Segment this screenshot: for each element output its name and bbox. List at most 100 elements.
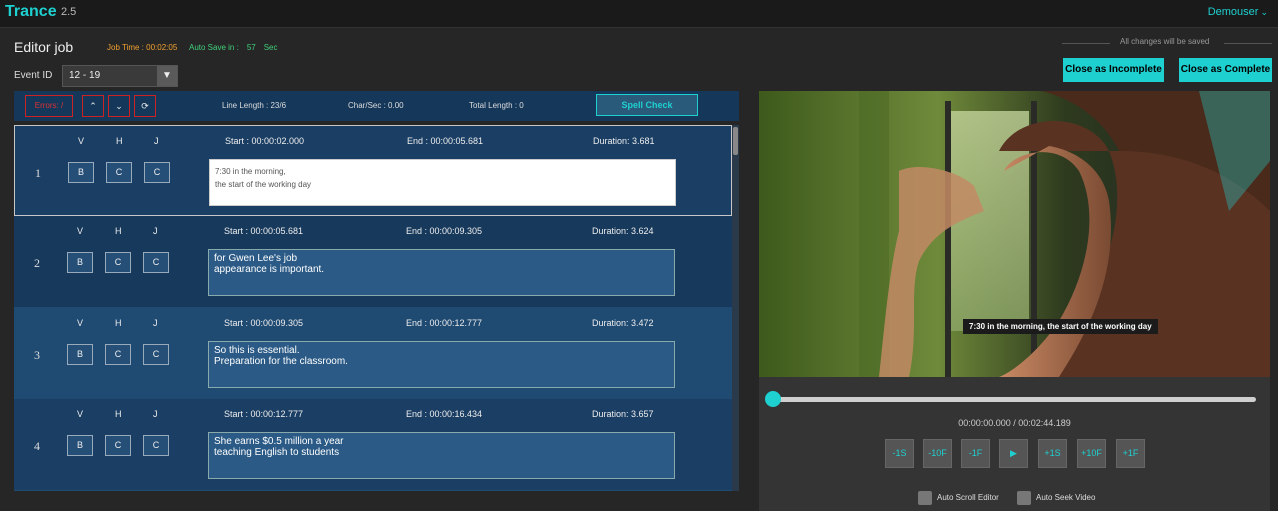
- row-number: 4: [34, 439, 40, 453]
- subtitle-text-input[interactable]: 7:30 in the morning, the start of the wo…: [209, 159, 676, 206]
- c-button[interactable]: C: [106, 162, 132, 183]
- auto-scroll-checkbox[interactable]: [918, 491, 932, 505]
- b-button[interactable]: B: [67, 344, 93, 365]
- row-number: 3: [34, 348, 40, 362]
- scrollbar-thumb[interactable]: [733, 127, 738, 155]
- event-id-select[interactable]: 12 - 19 ▼: [62, 65, 178, 87]
- divider: [1224, 43, 1272, 44]
- auto-seek-checkbox[interactable]: [1017, 491, 1031, 505]
- c-button[interactable]: C: [105, 344, 131, 365]
- start-time: Start : 00:00:12.777: [224, 409, 304, 419]
- col-v: V: [77, 226, 84, 236]
- col-v: V: [77, 318, 84, 328]
- chevron-down-icon[interactable]: ⌄: [108, 95, 130, 117]
- start-time: Start : 00:00:09.305: [224, 318, 304, 328]
- auto-seek-label: Auto Seek Video: [1036, 493, 1096, 502]
- seek-handle[interactable]: [765, 391, 781, 407]
- c-button[interactable]: C: [144, 162, 170, 183]
- video-timecode: 00:00:00.000 / 00:02:44.189: [958, 418, 1071, 428]
- end-time: End : 00:00:09.305: [406, 226, 483, 236]
- video-image: [759, 91, 1270, 377]
- auto-save-unit: Sec: [263, 43, 278, 52]
- start-time: Start : 00:00:02.000: [225, 136, 305, 146]
- job-time: Job Time : 00:02:05: [107, 43, 178, 52]
- b-button[interactable]: B: [68, 162, 94, 183]
- row-number: 2: [34, 256, 40, 270]
- video-frame[interactable]: 7:30 in the morning, the start of the wo…: [759, 91, 1270, 377]
- save-status-text: All changes will be saved: [1120, 37, 1210, 46]
- subtitle-text-input[interactable]: She earns $0.5 million a year teaching E…: [208, 432, 675, 479]
- auto-scroll-label: Auto Scroll Editor: [937, 493, 999, 502]
- divider: [1062, 43, 1110, 44]
- chevron-down-icon[interactable]: ▼: [157, 66, 177, 86]
- refresh-icon[interactable]: ⟳: [134, 95, 156, 117]
- user-name: Demouser: [1207, 6, 1259, 18]
- col-j: J: [153, 318, 158, 328]
- col-j: J: [154, 136, 159, 146]
- app-logo[interactable]: Trance: [5, 3, 57, 21]
- c-button[interactable]: C: [143, 344, 169, 365]
- c-button[interactable]: C: [105, 435, 131, 456]
- c-button[interactable]: C: [143, 435, 169, 456]
- end-time: End : 00:00:05.681: [407, 136, 484, 146]
- col-h: H: [115, 318, 122, 328]
- forward-10f-button[interactable]: +10F: [1077, 439, 1106, 468]
- col-j: J: [153, 226, 158, 236]
- subtitle-editor[interactable]: V H J Start : 00:00:02.000 End : 00:00:0…: [14, 125, 739, 491]
- duration: Duration: 3.681: [593, 136, 655, 146]
- char-per-sec: Char/Sec : 0.00: [348, 101, 404, 110]
- editor-toolbar: Errors: / ⌃ ⌄ ⟳ Line Length : 23/6 Char/…: [14, 91, 739, 121]
- col-h: H: [115, 409, 122, 419]
- auto-save-status: Auto Save in : 57 Sec: [189, 43, 278, 52]
- page-title: Editor job: [14, 39, 74, 55]
- subtitle-row[interactable]: V H J Start : 00:00:09.305 End : 00:00:1…: [14, 308, 732, 399]
- subtitle-text-input[interactable]: So this is essential. Preparation for th…: [208, 341, 675, 388]
- event-id-label: Event ID: [14, 70, 53, 81]
- row-number: 1: [35, 166, 41, 180]
- forward-1f-button[interactable]: +1F: [1116, 439, 1145, 468]
- duration: Duration: 3.624: [592, 226, 654, 236]
- c-button[interactable]: C: [143, 252, 169, 273]
- end-time: End : 00:00:16.434: [406, 409, 483, 419]
- total-length: Total Length : 0: [469, 101, 524, 110]
- start-time: Start : 00:00:05.681: [224, 226, 304, 236]
- video-panel: 7:30 in the morning, the start of the wo…: [759, 91, 1270, 511]
- auto-save-label: Auto Save in :: [189, 43, 239, 52]
- col-j: J: [153, 409, 158, 419]
- errors-button[interactable]: Errors: /: [25, 95, 73, 117]
- subtitle-row[interactable]: V H J Start : 00:00:05.681 End : 00:00:0…: [14, 216, 732, 307]
- save-status: All changes will be saved: [1062, 37, 1272, 49]
- col-h: H: [115, 226, 122, 236]
- back-1s-button[interactable]: -1S: [885, 439, 914, 468]
- forward-1s-button[interactable]: +1S: [1038, 439, 1067, 468]
- close-complete-button[interactable]: Close as Complete: [1179, 58, 1272, 82]
- back-10f-button[interactable]: -10F: [923, 439, 952, 468]
- event-id-value: 12 - 19: [69, 70, 101, 81]
- chevron-down-icon: ⌄: [1260, 7, 1268, 17]
- play-icon[interactable]: ▶: [999, 439, 1028, 468]
- duration: Duration: 3.472: [592, 318, 654, 328]
- top-bar: Trance 2.5 Demouser ⌄: [0, 0, 1278, 28]
- subtitle-row[interactable]: V H J Start : 00:00:12.777 End : 00:00:1…: [14, 399, 732, 490]
- b-button[interactable]: B: [67, 252, 93, 273]
- col-v: V: [78, 136, 85, 146]
- spell-check-button[interactable]: Spell Check: [596, 94, 698, 116]
- col-h: H: [116, 136, 123, 146]
- c-button[interactable]: C: [105, 252, 131, 273]
- close-incomplete-button[interactable]: Close as Incomplete: [1063, 58, 1164, 82]
- duration: Duration: 3.657: [592, 409, 654, 419]
- end-time: End : 00:00:12.777: [406, 318, 483, 328]
- line-length: Line Length : 23/6: [222, 101, 287, 110]
- user-menu[interactable]: Demouser ⌄: [1208, 6, 1268, 18]
- auto-save-value: 57: [246, 43, 256, 52]
- subtitle-text-input[interactable]: for Gwen Lee's job appearance is importa…: [208, 249, 675, 296]
- back-1f-button[interactable]: -1F: [961, 439, 990, 468]
- subtitle-row[interactable]: V H J Start : 00:00:02.000 End : 00:00:0…: [14, 125, 732, 216]
- video-caption: 7:30 in the morning, the start of the wo…: [963, 319, 1158, 334]
- seek-bar[interactable]: [773, 397, 1256, 402]
- chevron-up-icon[interactable]: ⌃: [82, 95, 104, 117]
- b-button[interactable]: B: [67, 435, 93, 456]
- editor-scrollbar[interactable]: [732, 125, 739, 491]
- col-v: V: [77, 409, 84, 419]
- app-version: 2.5: [61, 6, 77, 18]
